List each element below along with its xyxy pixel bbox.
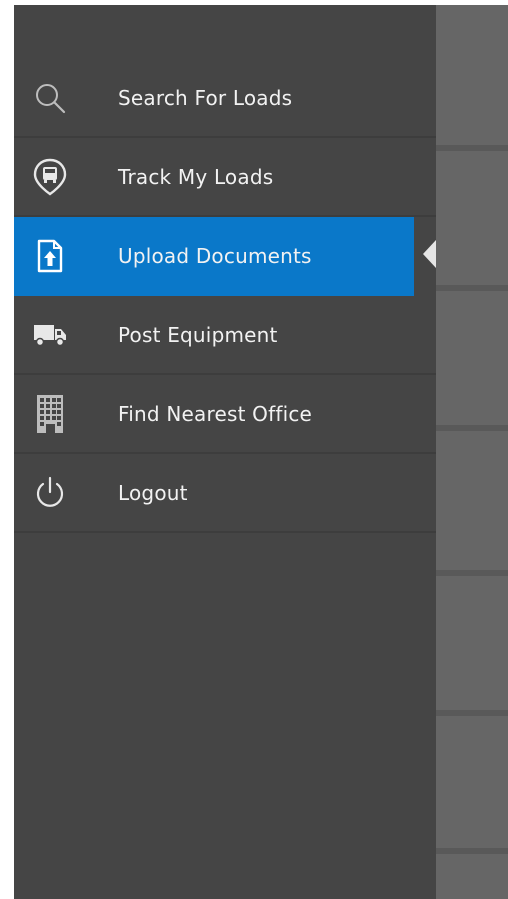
navigation-drawer: Search For Loads Track My Loads Upload D… — [14, 5, 436, 899]
menu-item-label: Search For Loads — [118, 85, 293, 110]
power-icon — [30, 473, 70, 513]
background-divider — [436, 570, 508, 576]
background-divider — [436, 425, 508, 431]
menu-item-label: Find Nearest Office — [118, 401, 313, 426]
background-divider — [436, 710, 508, 716]
background-divider — [436, 285, 508, 291]
menu-item-label: Post Equipment — [118, 322, 278, 347]
background-content-scrim[interactable] — [436, 5, 508, 899]
upload-document-icon — [30, 236, 70, 276]
menu-item-upload-documents[interactable]: Upload Documents — [14, 217, 414, 296]
drawer-menu: Search For Loads Track My Loads Upload D… — [14, 59, 436, 533]
menu-item-logout[interactable]: Logout — [14, 454, 436, 533]
background-divider — [436, 145, 508, 151]
menu-item-label: Logout — [118, 480, 188, 505]
menu-item-label: Track My Loads — [118, 164, 274, 189]
app-screen: Search For Loads Track My Loads Upload D… — [14, 5, 508, 899]
menu-item-track-my-loads[interactable]: Track My Loads — [14, 138, 436, 217]
menu-item-find-nearest-office[interactable]: Find Nearest Office — [14, 375, 436, 454]
search-icon — [30, 78, 70, 118]
menu-item-post-equipment[interactable]: Post Equipment — [14, 296, 436, 375]
office-building-icon — [30, 394, 70, 434]
truck-location-pin-icon — [30, 157, 70, 197]
active-item-indicator — [423, 240, 436, 268]
menu-item-label: Upload Documents — [118, 243, 312, 268]
drawer-header — [14, 5, 436, 59]
menu-item-search-for-loads[interactable]: Search For Loads — [14, 59, 436, 138]
background-divider — [436, 848, 508, 854]
truck-icon — [30, 315, 70, 355]
